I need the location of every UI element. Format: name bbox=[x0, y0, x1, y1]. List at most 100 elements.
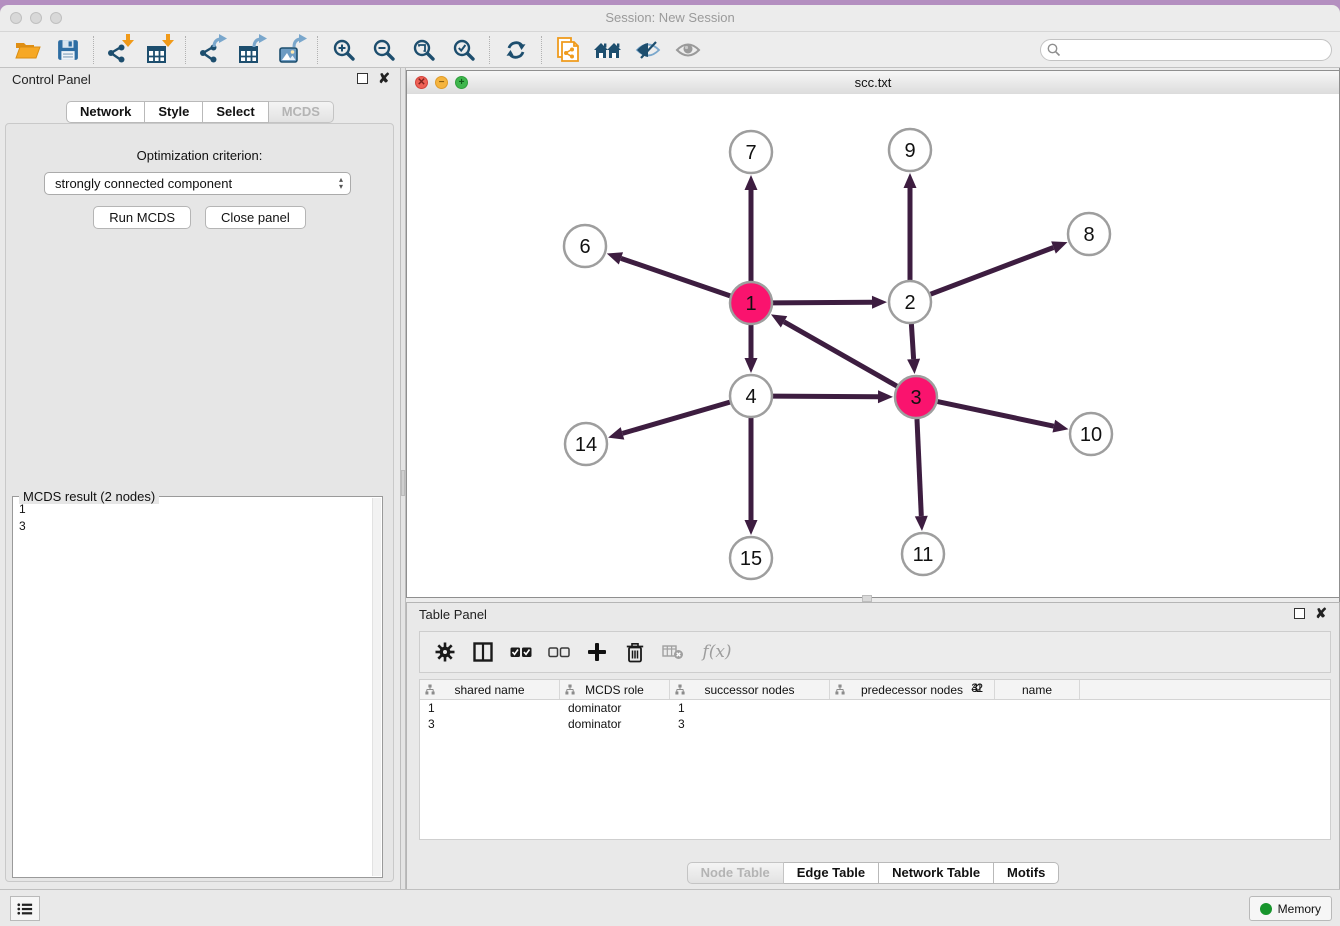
node-label-14: 14 bbox=[575, 434, 597, 456]
delete-column-button[interactable] bbox=[620, 637, 650, 667]
table-cell[interactable]: 1 bbox=[420, 700, 560, 716]
column-header-mcds-role[interactable]: MCDS role bbox=[560, 680, 670, 699]
export-network-button[interactable] bbox=[192, 34, 232, 66]
tab-node-table[interactable]: Node Table bbox=[687, 862, 784, 884]
toggle-panel-button[interactable] bbox=[468, 637, 498, 667]
edge-4-14[interactable] bbox=[622, 402, 729, 433]
open-session-button[interactable] bbox=[8, 34, 48, 66]
tab-network[interactable]: Network bbox=[66, 101, 145, 123]
criterion-select[interactable]: strongly connected component ▴▾ bbox=[44, 172, 351, 195]
network-canvas[interactable]: 7968124314101511 bbox=[407, 94, 1339, 597]
edge-arrowhead bbox=[745, 358, 758, 373]
edge-3-11[interactable] bbox=[917, 419, 921, 516]
zoom-in-icon bbox=[332, 38, 356, 62]
float-table-panel-icon[interactable] bbox=[1294, 608, 1305, 619]
close-panel-icon[interactable]: ✘ bbox=[378, 73, 390, 84]
toolbar-separator bbox=[489, 36, 491, 64]
table-cell[interactable]: 2 bbox=[826, 680, 991, 839]
import-table-button[interactable] bbox=[140, 34, 180, 66]
tab-select[interactable]: Select bbox=[203, 101, 268, 123]
edge-arrowhead bbox=[915, 516, 928, 531]
right-area: ✕ − + scc.txt 7968124314101511 Table Pan… bbox=[406, 68, 1340, 890]
deselect-all-columns-button[interactable] bbox=[544, 637, 574, 667]
network-graph[interactable]: 7968124314101511 bbox=[407, 94, 1337, 597]
node-table[interactable]: shared nameMCDS rolesuccessor nodesprede… bbox=[419, 679, 1331, 840]
table-cell[interactable]: 1 bbox=[670, 700, 755, 716]
edge-1-2[interactable] bbox=[773, 302, 872, 303]
zoom-fit-button[interactable] bbox=[404, 34, 444, 66]
table-cell[interactable]: dominator bbox=[560, 700, 670, 716]
zoom-out-icon bbox=[372, 38, 396, 62]
delete-table-button[interactable] bbox=[658, 637, 688, 667]
export-table-button[interactable] bbox=[232, 34, 272, 66]
checked-boxes-icon bbox=[510, 647, 532, 658]
refresh-style-button[interactable] bbox=[496, 34, 536, 66]
edge-3-10[interactable] bbox=[938, 402, 1054, 427]
refresh-icon bbox=[504, 38, 528, 62]
select-all-columns-button[interactable] bbox=[506, 637, 536, 667]
control-panel-header: Control Panel ✘ bbox=[12, 72, 390, 92]
edge-arrowhead bbox=[1052, 420, 1068, 433]
mcds-result-text[interactable]: 1 3 bbox=[19, 501, 370, 873]
main-toolbar bbox=[0, 32, 1340, 68]
home-button[interactable] bbox=[588, 34, 628, 66]
tab-style[interactable]: Style bbox=[145, 101, 203, 123]
titlebar: Session: New Session bbox=[0, 5, 1340, 32]
tab-motifs[interactable]: Motifs bbox=[994, 862, 1059, 884]
column-header-successor-nodes[interactable]: successor nodes bbox=[670, 680, 830, 699]
zoom-selected-icon bbox=[452, 38, 476, 62]
function-builder-button[interactable]: f(x) bbox=[696, 637, 738, 667]
edge-arrowhead bbox=[872, 296, 887, 309]
table-grid-icon bbox=[147, 46, 166, 63]
toolbar-separator bbox=[541, 36, 543, 64]
import-network-button[interactable] bbox=[100, 34, 140, 66]
run-mcds-button[interactable]: Run MCDS bbox=[93, 206, 191, 229]
network-view-title: scc.txt bbox=[407, 75, 1339, 90]
save-session-button[interactable] bbox=[48, 34, 88, 66]
hide-panels-button[interactable] bbox=[628, 34, 668, 66]
node-label-3: 3 bbox=[910, 387, 921, 409]
zoom-selected-button[interactable] bbox=[444, 34, 484, 66]
edge-arrowhead bbox=[745, 520, 758, 535]
table-cell[interactable]: dominator bbox=[560, 716, 670, 732]
window-title: Session: New Session bbox=[0, 10, 1340, 25]
zoom-out-button[interactable] bbox=[364, 34, 404, 66]
edge-4-3[interactable] bbox=[773, 396, 878, 397]
edge-arrowhead bbox=[1051, 241, 1067, 253]
download-arrow-icon bbox=[121, 34, 135, 48]
table-cell[interactable]: 3 bbox=[420, 716, 560, 732]
node-label-1: 1 bbox=[745, 293, 756, 315]
tab-edge-table[interactable]: Edge Table bbox=[784, 862, 879, 884]
edge-2-8[interactable] bbox=[931, 247, 1054, 294]
column-header-shared-name[interactable]: shared name bbox=[420, 680, 560, 699]
float-panel-icon[interactable] bbox=[357, 73, 368, 84]
edge-3-1[interactable] bbox=[784, 322, 897, 386]
toolbar-separator bbox=[185, 36, 187, 64]
create-column-button[interactable] bbox=[582, 637, 612, 667]
memory-button[interactable]: Memory bbox=[1249, 896, 1332, 921]
node-label-8: 8 bbox=[1083, 224, 1094, 246]
edge-1-6[interactable] bbox=[621, 258, 730, 296]
node-label-15: 15 bbox=[740, 548, 762, 570]
result-scrollbar[interactable] bbox=[372, 498, 381, 876]
network-from-clipboard-button[interactable] bbox=[548, 34, 588, 66]
trash-icon bbox=[626, 642, 644, 663]
node-label-10: 10 bbox=[1080, 424, 1102, 446]
tab-network-table[interactable]: Network Table bbox=[879, 862, 994, 884]
splitter-handle[interactable] bbox=[401, 470, 405, 496]
tab-mcds[interactable]: MCDS bbox=[269, 101, 334, 123]
network-view-window: ✕ − + scc.txt 7968124314101511 bbox=[406, 70, 1340, 598]
zoom-in-button[interactable] bbox=[324, 34, 364, 66]
search-input[interactable] bbox=[1040, 39, 1332, 61]
close-panel-button[interactable]: Close panel bbox=[205, 206, 306, 229]
horizontal-splitter-handle[interactable] bbox=[862, 595, 872, 602]
task-history-button[interactable] bbox=[10, 896, 40, 921]
table-cell[interactable]: 3 bbox=[670, 716, 755, 732]
table-settings-button[interactable] bbox=[430, 637, 460, 667]
column-header-name[interactable]: name bbox=[995, 680, 1080, 699]
export-image-button[interactable] bbox=[272, 34, 312, 66]
show-panels-button[interactable] bbox=[668, 34, 708, 66]
close-table-panel-icon[interactable]: ✘ bbox=[1315, 608, 1327, 619]
table-row[interactable]: 3dominator323 bbox=[420, 716, 1330, 732]
edge-2-3[interactable] bbox=[911, 324, 913, 359]
